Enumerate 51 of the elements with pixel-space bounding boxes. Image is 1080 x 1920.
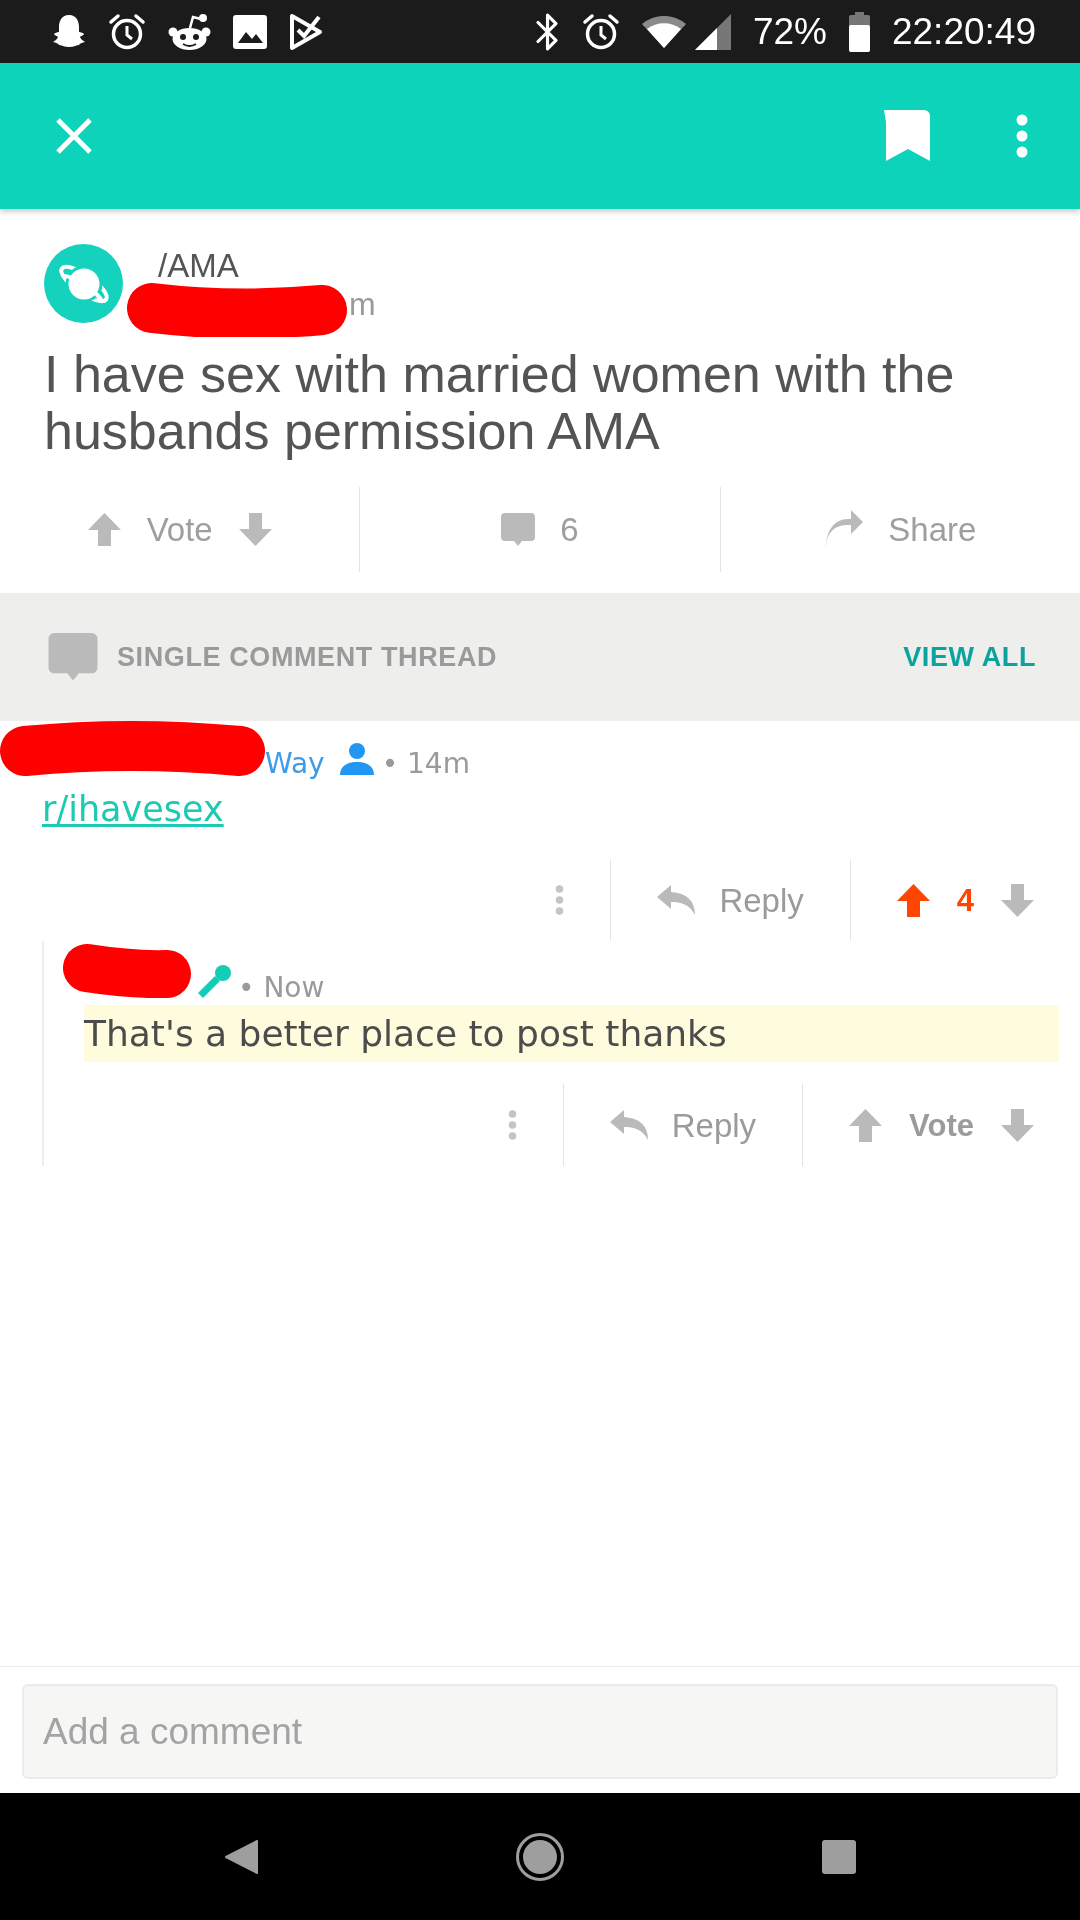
share-button[interactable]: Share <box>824 510 977 549</box>
reply-arrow-icon <box>609 1110 648 1140</box>
comments-button[interactable]: 6 <box>501 512 579 547</box>
subreddit-link[interactable]: r/ihavesex <box>42 788 224 830</box>
post-meta-text: m <box>349 288 376 320</box>
back-icon[interactable] <box>224 1838 258 1875</box>
clock-time: 22:20:49 <box>891 13 1036 50</box>
up-arrow-icon[interactable] <box>896 883 930 917</box>
more-menu-icon[interactable] <box>555 885 565 915</box>
more-menu-icon[interactable] <box>507 1110 517 1140</box>
microphone-icon <box>198 965 231 998</box>
comment-text: That's a better place to post thanks <box>84 1005 1059 1062</box>
more-menu-icon[interactable] <box>1016 114 1028 158</box>
up-arrow-icon[interactable] <box>849 1108 883 1142</box>
battery-icon <box>848 11 870 52</box>
down-arrow-icon[interactable] <box>1001 883 1034 917</box>
ghost-icon <box>52 13 86 50</box>
alarm-clock-icon <box>581 12 620 51</box>
wifi-icon <box>641 15 686 48</box>
vote-score: 4 <box>956 884 974 916</box>
bluetooth-icon <box>533 12 560 51</box>
speech-bubble-icon <box>48 632 98 682</box>
planet-icon <box>44 244 123 323</box>
post-title: I have sex with married women with the husbands permission AMA <box>44 346 956 460</box>
alarm-clock-icon <box>108 12 146 51</box>
username-link[interactable]: Way <box>265 747 325 781</box>
alien-head-icon <box>168 12 211 51</box>
thread-title: SINGLE COMMENT THREAD <box>117 640 498 674</box>
battery-percent: 72% <box>752 13 827 50</box>
comment-time: • Now <box>238 971 325 1005</box>
vote-label: Vote <box>146 513 213 546</box>
person-icon <box>339 743 374 775</box>
speech-bubble-icon <box>501 512 536 547</box>
comment-time: • 14m <box>381 747 470 781</box>
view-all-link[interactable]: VIEW ALL <box>903 636 1036 678</box>
comment-input[interactable]: Add a comment <box>22 1684 1058 1779</box>
image-icon <box>233 14 267 49</box>
down-arrow-icon[interactable] <box>238 513 272 546</box>
recents-icon[interactable] <box>822 1839 856 1874</box>
reply-button[interactable]: Reply <box>657 883 804 917</box>
tick-triangle-icon <box>289 12 323 51</box>
reply-button[interactable]: Reply <box>609 1108 757 1142</box>
reply-arrow-icon <box>657 885 696 915</box>
close-icon[interactable] <box>55 117 93 155</box>
bookmark-icon[interactable] <box>884 109 930 163</box>
home-icon[interactable] <box>516 1832 564 1881</box>
down-arrow-icon[interactable] <box>1001 1108 1034 1142</box>
up-arrow-icon[interactable] <box>87 513 121 546</box>
vote-score: Vote <box>909 1109 974 1141</box>
signal-icon <box>694 13 731 50</box>
subreddit-link[interactable]: /AMA <box>125 249 239 282</box>
